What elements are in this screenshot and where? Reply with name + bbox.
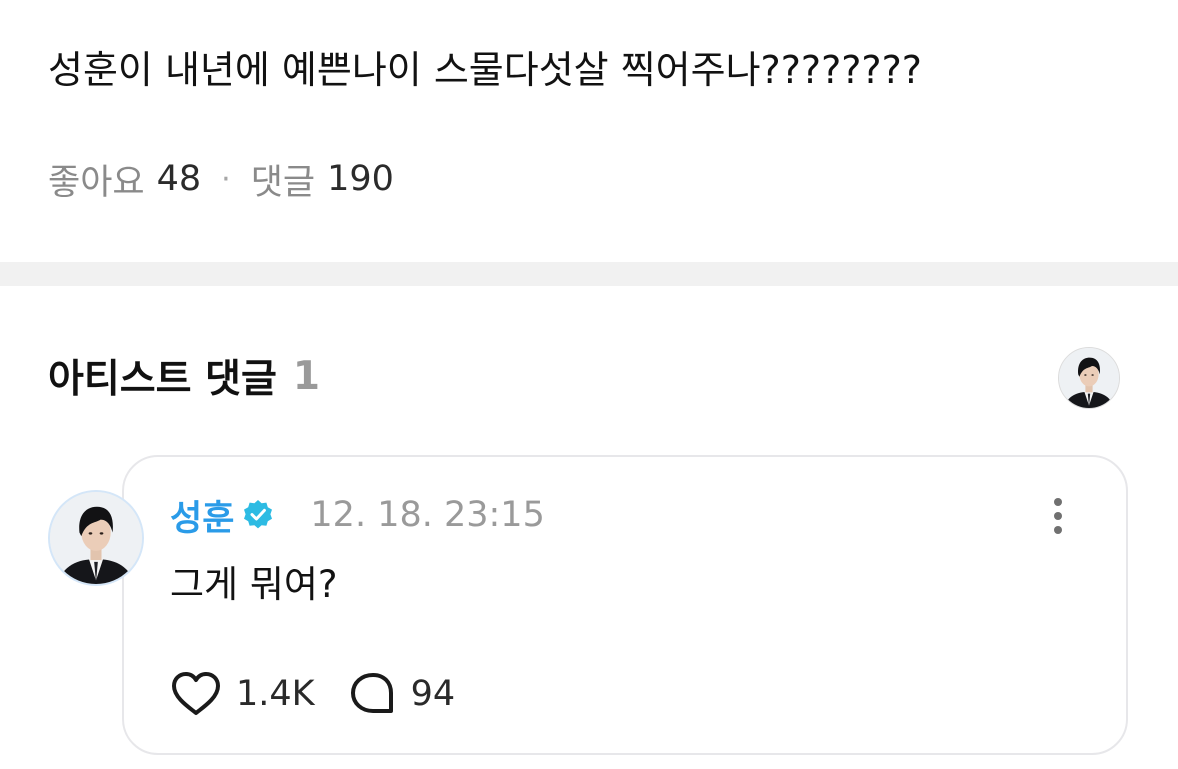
artist-comments-title: 아티스트 댓글 xyxy=(48,357,277,402)
avatar-portrait-icon xyxy=(50,492,142,584)
reply-count: 94 xyxy=(410,674,456,714)
artist-comments-count: 1 xyxy=(292,353,320,399)
like-count: 1.4K xyxy=(236,674,315,714)
avatar-portrait-icon xyxy=(1059,348,1119,408)
comment-author-avatar[interactable] xyxy=(48,490,144,586)
stats-separator: · xyxy=(221,161,231,197)
reply-button[interactable]: 94 xyxy=(349,671,456,717)
comment-author-name[interactable]: 성훈 xyxy=(170,490,234,541)
comment-actions: 1.4K 94 xyxy=(170,668,455,720)
comment-header: 성훈 12. 18. 23:15 xyxy=(170,490,545,541)
artist-comments-header: 아티스트 댓글 1 xyxy=(48,350,320,403)
comment-text: 그게 뭐여? xyxy=(170,563,338,606)
like-button[interactable]: 1.4K xyxy=(170,671,315,717)
likes-count[interactable]: 48 xyxy=(157,159,202,199)
comments-count[interactable]: 190 xyxy=(327,159,394,199)
more-options-button[interactable] xyxy=(1044,494,1072,538)
comment-timestamp: 12. 18. 23:15 xyxy=(310,495,545,535)
heart-icon xyxy=(172,672,220,715)
section-divider xyxy=(0,262,1178,286)
likes-label[interactable]: 좋아요 xyxy=(48,154,145,205)
more-vertical-icon xyxy=(1054,498,1062,534)
verified-badge-icon xyxy=(244,500,273,529)
post-text: 성훈이 내년에 예쁜나이 스물다섯살 찍어주나???????? xyxy=(48,48,922,92)
artist-avatar-small[interactable] xyxy=(1058,347,1120,409)
comments-label[interactable]: 댓글 xyxy=(251,154,315,205)
speech-bubble-icon xyxy=(350,673,393,713)
post-stats: 좋아요 48 · 댓글 190 xyxy=(48,154,394,205)
